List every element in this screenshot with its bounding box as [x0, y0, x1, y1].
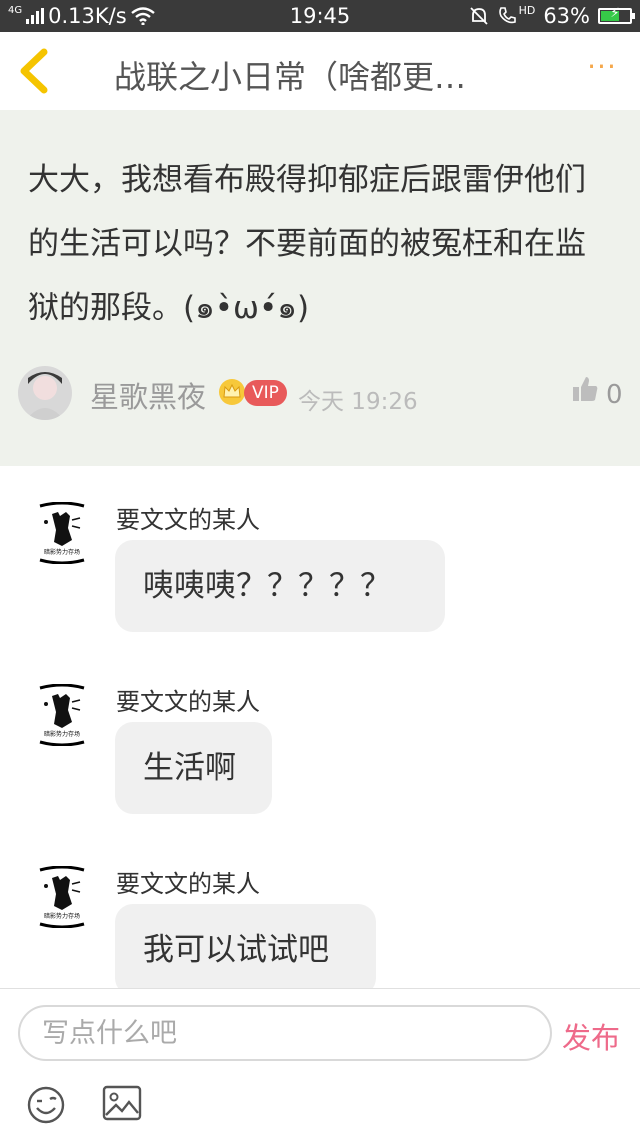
thumbs-up-icon[interactable]	[570, 374, 600, 404]
more-dots-icon: ···	[587, 50, 617, 83]
comment-bubble[interactable]: 咦咦咦？？？？？	[115, 540, 445, 632]
hd-label: HD	[518, 3, 536, 17]
avatar[interactable]: 暗影势力存场	[36, 683, 88, 747]
commenter-avatar-image: 暗影势力存场	[39, 501, 85, 565]
post-text: 大大，我想看布殿得抑郁症后跟雷伊他们的生活可以吗？不要前面的被冤枉和在监狱的那段…	[28, 162, 586, 326]
composer-bar: 发布	[0, 988, 640, 1139]
send-button[interactable]: 发布	[562, 1015, 620, 1057]
comment-input[interactable]	[18, 1005, 552, 1061]
back-button[interactable]	[14, 48, 54, 94]
phone-icon	[498, 7, 516, 24]
like-count: 0	[606, 380, 623, 410]
crown-icon	[219, 379, 245, 405]
post-card: 大大，我想看布殿得抑郁症后跟雷伊他们的生活可以吗？不要前面的被冤枉和在监狱的那段…	[0, 110, 640, 466]
author-name[interactable]: 星歌黑夜	[90, 374, 206, 416]
author-avatar-image	[18, 366, 72, 420]
status-right: HD 63% ⚡	[469, 3, 635, 28]
chevron-left-icon	[20, 48, 48, 94]
emoji-icon[interactable]	[26, 1085, 66, 1125]
battery-icon: ⚡	[598, 6, 635, 24]
post-time: 今天 19:26	[298, 389, 418, 415]
post-meta: 星歌黑夜 VIP 今天 19:26 0	[18, 366, 628, 420]
avatar[interactable]	[18, 366, 72, 420]
mute-bell-icon	[469, 7, 488, 25]
comment-bubble[interactable]: 生活啊	[115, 722, 272, 814]
avatar-caption: 暗影势力存场	[44, 730, 80, 738]
status-bar: 4G 0.13K/s 19:45 HD 63% ⚡	[0, 0, 640, 32]
commenter-avatar-image: 暗影势力存场	[39, 865, 85, 929]
nav-bar: 战联之小日常（啥都更… ···	[0, 32, 640, 111]
avatar[interactable]: 暗影势力存场	[36, 501, 88, 565]
commenter-avatar-image: 暗影势力存场	[39, 683, 85, 747]
image-icon[interactable]	[102, 1085, 142, 1121]
battery-percent: 63%	[543, 4, 590, 28]
comment-bubble[interactable]: 我可以试试吧	[115, 904, 376, 996]
avatar-caption: 暗影势力存场	[44, 548, 80, 556]
comment-author[interactable]: 要文文的某人	[116, 864, 260, 899]
avatar-caption: 暗影势力存场	[44, 912, 80, 920]
comment-author[interactable]: 要文文的某人	[116, 500, 260, 535]
page-title: 战联之小日常（啥都更…	[114, 58, 467, 96]
comment-author[interactable]: 要文文的某人	[116, 682, 260, 717]
more-button[interactable]: ···	[582, 50, 622, 90]
avatar[interactable]: 暗影势力存场	[36, 865, 88, 929]
vip-badge: VIP	[244, 380, 287, 406]
